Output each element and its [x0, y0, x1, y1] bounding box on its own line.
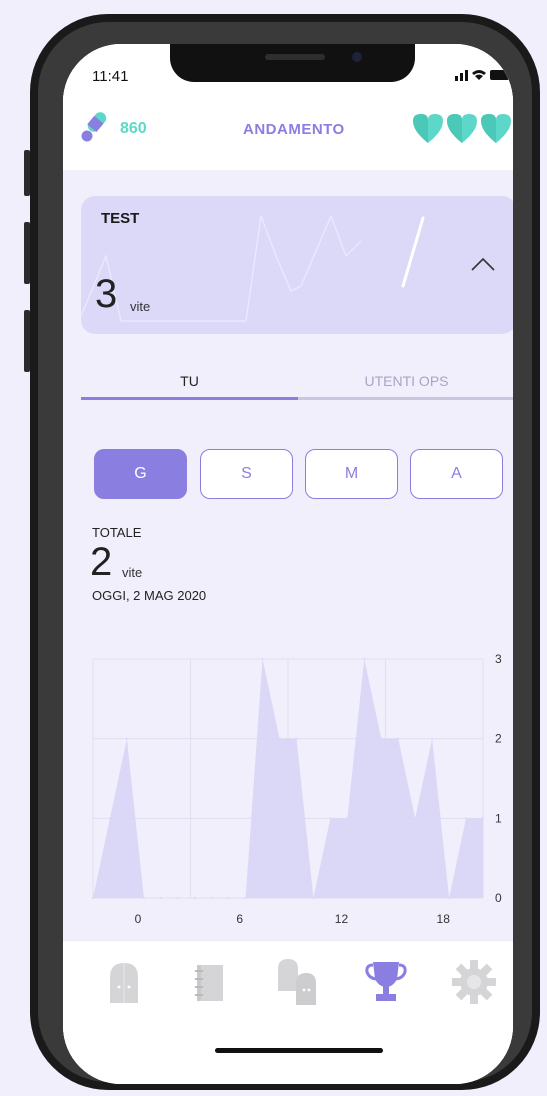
doors-icon[interactable]	[276, 957, 322, 1007]
y-tick-label: 0	[495, 891, 502, 905]
app-viewport: 860 ANDAMENTO 11:41 TEST 3 vite TU UTENT…	[63, 44, 513, 1084]
score-value: 860	[120, 120, 147, 137]
chart-point	[227, 897, 230, 899]
lives-hearts	[413, 114, 511, 143]
chart-point	[92, 897, 94, 899]
totale-value: 2	[90, 540, 113, 584]
chart-point	[312, 897, 315, 899]
chart-point	[193, 897, 196, 899]
test-value: 3	[95, 272, 118, 316]
home-indicator	[215, 1048, 383, 1053]
bottom-nav	[63, 940, 513, 1084]
chart-point	[176, 897, 179, 899]
chart-point	[448, 897, 451, 899]
totale-label: TOTALE	[92, 525, 142, 540]
chart-point	[261, 658, 264, 660]
status-time: 11:41	[92, 68, 129, 85]
tab-tu[interactable]: TU	[81, 360, 298, 400]
x-tick-label: 18	[437, 912, 451, 926]
pill-icon	[81, 112, 107, 142]
totale-unit: vite	[122, 565, 143, 580]
chart-point	[346, 817, 349, 820]
daily-chart: 01230 6 12 18	[81, 614, 513, 944]
chart-point	[397, 737, 400, 740]
period-button-week[interactable]: S	[200, 449, 293, 499]
mute-switch	[24, 150, 30, 196]
view-tabs: TU UTENTI OPS	[81, 360, 513, 400]
chart-point	[108, 817, 111, 820]
period-button-day[interactable]: G	[94, 449, 187, 499]
chart-point	[329, 817, 332, 820]
x-tick-label: 0	[135, 912, 142, 926]
notch	[170, 44, 415, 82]
chart-point	[244, 897, 247, 899]
chart-point	[142, 897, 145, 899]
tab-utenti-ops[interactable]: UTENTI OPS	[298, 360, 513, 400]
chart-point	[295, 737, 298, 740]
trophy-icon[interactable]	[365, 959, 407, 1005]
x-tick-label: 12	[335, 912, 349, 926]
chart-point	[414, 817, 417, 820]
period-button-month[interactable]: M	[305, 449, 398, 499]
test-title: TEST	[101, 210, 140, 227]
y-tick-label: 1	[495, 811, 502, 825]
chart-point	[465, 817, 468, 820]
chart-point	[278, 737, 281, 740]
volume-down-button	[24, 310, 30, 372]
totale-date: OGGI, 2 MAG 2020	[92, 588, 207, 603]
test-card[interactable]: TEST 3 vite	[81, 196, 513, 334]
chart-point	[159, 897, 162, 899]
chart-point	[482, 817, 484, 820]
volume-up-button	[24, 222, 30, 284]
test-unit: vite	[130, 299, 151, 314]
chart-point	[210, 897, 213, 899]
chevron-up-icon[interactable]	[469, 254, 497, 274]
notebook-icon[interactable]	[193, 961, 227, 1005]
chart-point	[380, 737, 383, 740]
y-tick-label: 2	[495, 732, 502, 746]
door-icon[interactable]	[106, 961, 142, 1005]
chart-point	[431, 737, 434, 740]
period-button-year[interactable]: A	[410, 449, 503, 499]
x-tick-label: 6	[236, 912, 243, 926]
page-title: ANDAMENTO	[243, 121, 345, 138]
status-icons	[455, 70, 512, 81]
chart-point	[125, 737, 128, 740]
y-tick-label: 3	[495, 652, 502, 666]
gear-icon[interactable]	[451, 959, 497, 1005]
chart-point	[363, 658, 366, 660]
